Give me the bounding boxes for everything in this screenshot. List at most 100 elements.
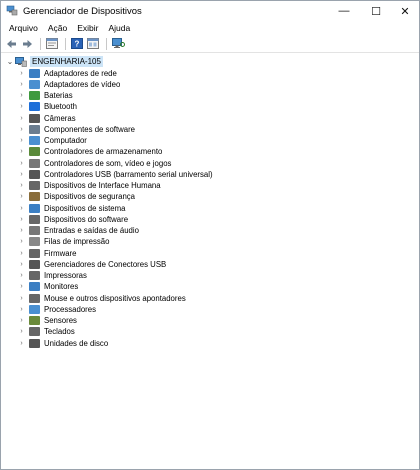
tree-node-label: Dispositivos de sistema [44, 203, 126, 213]
tree-node-label: Gerenciadores de Conectores USB [44, 259, 167, 269]
display-adapter-icon [29, 79, 40, 89]
tree-node[interactable]: › Câmeras [17, 113, 76, 124]
expand-chevron-icon[interactable]: › [17, 340, 26, 347]
help-button[interactable]: ? [70, 37, 84, 51]
expand-chevron-icon[interactable]: › [17, 193, 26, 200]
tree-node[interactable]: › Computador [17, 135, 87, 146]
tree-node[interactable]: › Controladores de armazenamento [17, 146, 162, 157]
tree-node[interactable]: › Gerenciadores de Conectores USB [17, 259, 166, 270]
storage-controller-icon [29, 147, 40, 157]
tree-node[interactable]: › Monitores [17, 281, 78, 292]
tree-node-label: Adaptadores de vídeo [44, 79, 121, 89]
minimize-button[interactable]: — [329, 1, 359, 21]
toolbar-separator [106, 37, 107, 50]
expand-chevron-icon[interactable]: › [17, 70, 26, 77]
system-device-icon [29, 203, 40, 213]
expand-chevron-icon[interactable]: › [17, 205, 26, 212]
forward-button[interactable] [20, 37, 34, 51]
expand-chevron-icon[interactable]: › [17, 160, 26, 167]
expand-chevron-icon[interactable]: › [17, 182, 26, 189]
show-hidden-icon [87, 38, 99, 49]
expand-chevron-icon[interactable]: › [17, 238, 26, 245]
computer-icon [29, 136, 40, 145]
title-bar[interactable]: Gerenciador de Dispositivos — ☐ ✕ [1, 1, 419, 21]
tree-node-label: Sensores [44, 316, 77, 325]
battery-icon [29, 91, 40, 100]
tree-node[interactable]: › Unidades de disco [17, 338, 108, 349]
help-icon: ? [71, 38, 83, 49]
tree-node-label: Dispositivos de segurança [44, 192, 136, 202]
toolbar-separator [40, 37, 41, 50]
processor-icon [29, 304, 40, 314]
expand-chevron-icon[interactable]: › [17, 295, 26, 302]
expand-chevron-icon[interactable]: › [17, 283, 26, 290]
expand-chevron-icon[interactable]: › [17, 81, 26, 88]
tree-root[interactable]: ⌄ ENGENHARIA-105 [5, 56, 103, 67]
expand-chevron-icon[interactable]: › [17, 148, 26, 155]
close-button[interactable]: ✕ [390, 1, 420, 21]
mouse-icon [29, 293, 40, 303]
tree-node-label: Entradas e saídas de áudio [44, 226, 139, 235]
tree-node-label: Firmware [44, 248, 77, 258]
expand-chevron-icon[interactable]: › [17, 115, 26, 122]
tree-node[interactable]: › Filas de impressão [17, 236, 109, 247]
tree-node[interactable]: › Controladores de som, vídeo e jogos [17, 158, 171, 169]
tree-node[interactable]: › Mouse e outros dispositivos apontadores [17, 293, 186, 304]
print-queue-icon [29, 237, 40, 247]
tree-node[interactable]: › Dispositivos de Interface Humana [17, 180, 161, 191]
menu-arquivo[interactable]: Arquivo [4, 21, 43, 35]
expand-chevron-icon[interactable]: › [17, 317, 26, 324]
tree-node-label: Monitores [44, 282, 79, 292]
tree-node[interactable]: › Adaptadores de vídeo [17, 79, 120, 90]
expand-chevron-icon[interactable]: › [17, 250, 26, 257]
expand-chevron-icon[interactable]: › [17, 92, 26, 99]
collapse-chevron-icon[interactable]: ⌄ [5, 57, 15, 66]
tree-node[interactable]: › Baterias [17, 90, 73, 101]
menu-ajuda[interactable]: Ajuda [103, 21, 135, 35]
tree-node[interactable]: › Entradas e saídas de áudio [17, 225, 139, 236]
expand-chevron-icon[interactable]: › [17, 126, 26, 133]
tree-node-label: Adaptadores de rede [44, 68, 117, 78]
tree-node-label: Controladores de armazenamento [44, 147, 163, 157]
tree-node[interactable]: › Componentes de software [17, 124, 135, 135]
tree-node[interactable]: › Bluetooth [17, 101, 77, 112]
forward-arrow-icon [22, 39, 32, 48]
properties-button[interactable] [45, 37, 59, 51]
tree-node[interactable]: › Controladores USB (barramento serial un… [17, 169, 213, 180]
tree-node[interactable]: › Dispositivos de sistema [17, 203, 125, 214]
device-tree[interactable]: ⌄ ENGENHARIA-105 › Adaptadores de rede › Ad… [1, 54, 419, 469]
usb-connector-icon [29, 259, 40, 269]
window-title: Gerenciador de Dispositivos [23, 6, 142, 17]
tree-node-label: Bluetooth [44, 102, 77, 112]
tree-node-label: Câmeras [44, 113, 76, 123]
svg-text:?: ? [75, 40, 80, 49]
tree-node[interactable]: › Teclados [17, 326, 75, 337]
tree-node-label: Componentes de software [44, 124, 136, 134]
tree-node[interactable]: › Adaptadores de rede [17, 68, 117, 79]
tree-node[interactable]: › Dispositivos de segurança [17, 191, 135, 202]
expand-chevron-icon[interactable]: › [17, 103, 26, 110]
tree-node[interactable]: › Sensores [17, 315, 77, 326]
expand-chevron-icon[interactable]: › [17, 272, 26, 279]
show-hidden-button[interactable] [86, 37, 100, 51]
expand-chevron-icon[interactable]: › [17, 306, 26, 313]
tree-node[interactable]: › Firmware [17, 248, 77, 259]
maximize-button[interactable]: ☐ [361, 1, 391, 21]
expand-chevron-icon[interactable]: › [17, 328, 26, 335]
menu-acao[interactable]: Ação [43, 21, 72, 35]
expand-chevron-icon[interactable]: › [17, 261, 26, 268]
tree-node-label: Baterias [44, 91, 73, 100]
device-manager-app-icon [6, 5, 18, 16]
scan-hardware-button[interactable] [111, 37, 125, 51]
tree-node[interactable]: › Processadores [17, 304, 96, 315]
expand-chevron-icon[interactable]: › [17, 171, 26, 178]
tree-node[interactable]: › Impressoras [17, 270, 87, 281]
keyboard-icon [29, 327, 40, 337]
back-button[interactable] [4, 37, 18, 51]
expand-chevron-icon[interactable]: › [17, 137, 26, 144]
expand-chevron-icon[interactable]: › [17, 227, 26, 234]
menu-exibir[interactable]: Exibir [72, 21, 103, 35]
tree-node[interactable]: › Dispositivos do software [17, 214, 128, 225]
expand-chevron-icon[interactable]: › [17, 216, 26, 223]
speaker-icon [29, 158, 40, 168]
